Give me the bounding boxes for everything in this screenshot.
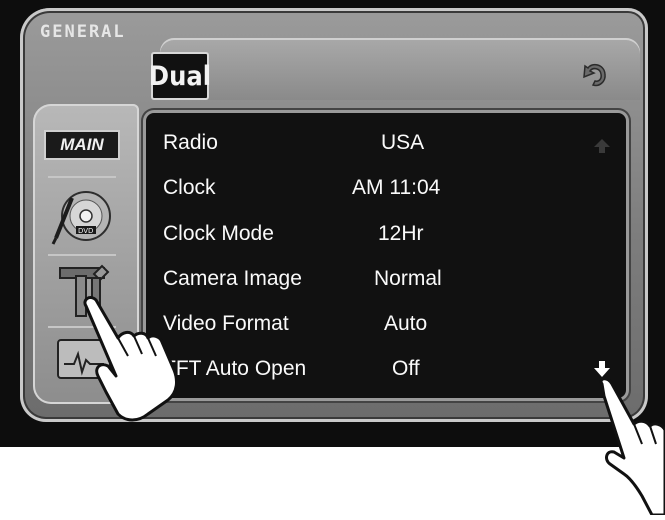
setting-label: Clock bbox=[163, 176, 216, 199]
hand-pointer-icon bbox=[599, 377, 665, 517]
arrow-down-icon bbox=[594, 361, 610, 377]
hand-pointer-icon bbox=[83, 296, 178, 422]
setting-value: USA bbox=[381, 131, 425, 154]
back-arrow-icon bbox=[583, 63, 606, 87]
dvd-icon: DVD bbox=[51, 191, 111, 245]
pointing-hand-illustration bbox=[78, 292, 188, 437]
setting-label: Clock Mode bbox=[163, 222, 274, 245]
settings-panel: Radio USA Clock AM 11:04 Clock Mode 12Hr… bbox=[146, 113, 626, 398]
settings-row-clock-mode[interactable]: Clock Mode 12Hr bbox=[146, 212, 626, 256]
setting-value: AM 11:04 bbox=[352, 176, 441, 199]
setting-value: 12Hr bbox=[378, 222, 424, 245]
settings-row-clock[interactable]: Clock AM 11:04 bbox=[146, 166, 626, 210]
settings-row-video-format[interactable]: Video Format Auto bbox=[146, 302, 626, 346]
pointing-hand-illustration bbox=[590, 377, 665, 520]
brand-logo: Dual bbox=[149, 52, 211, 100]
back-button[interactable] bbox=[578, 58, 612, 92]
tab-main[interactable]: MAIN bbox=[44, 130, 120, 160]
bezel-header bbox=[160, 38, 640, 100]
setting-value: Auto bbox=[384, 312, 428, 335]
settings-row-tft-auto-open[interactable]: TFT Auto Open Off bbox=[146, 347, 626, 391]
app-title: GENERAL bbox=[40, 22, 126, 42]
sidebar-item-dvd[interactable]: DVD bbox=[50, 186, 114, 253]
arrow-up-icon bbox=[594, 139, 610, 153]
setting-value: Normal bbox=[374, 267, 442, 290]
svg-text:DVD: DVD bbox=[78, 227, 93, 235]
setting-label: Camera Image bbox=[163, 267, 302, 290]
sidebar-divider bbox=[48, 176, 116, 178]
settings-row-camera-image[interactable]: Camera Image Normal bbox=[146, 257, 626, 301]
scroll-up-button[interactable] bbox=[593, 137, 611, 160]
setting-label: Radio bbox=[163, 131, 218, 154]
sidebar-divider bbox=[48, 254, 116, 256]
setting-value: Off bbox=[392, 357, 420, 380]
settings-row-radio[interactable]: Radio USA bbox=[146, 121, 626, 165]
